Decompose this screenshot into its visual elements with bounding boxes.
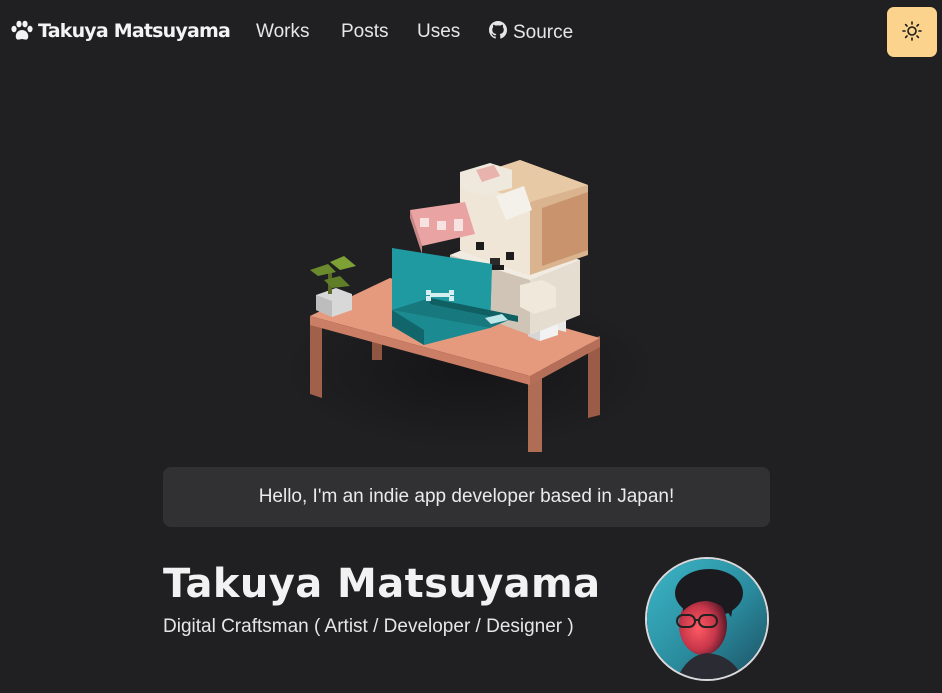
nav-uses-label: Uses (417, 21, 461, 42)
greeting-text: Hello, I'm an indie app developer based … (258, 486, 675, 507)
paw-icon (10, 20, 34, 42)
nav-uses[interactable]: Uses (417, 21, 460, 43)
profile-tagline: Digital Craftsman ( Artist / Developer /… (163, 616, 574, 637)
profile-name: Takuya Matsuyama (163, 561, 601, 607)
theme-toggle-button[interactable] (887, 7, 937, 57)
nav-posts-label: Posts (341, 21, 389, 42)
nav-source-label: Source (513, 22, 574, 43)
logo-text: Takuya Matsuyama (38, 20, 231, 42)
voxel-dog-illustration (280, 130, 660, 465)
nav-source[interactable]: Source (489, 21, 573, 45)
sun-icon (902, 20, 922, 44)
nav-works-label: Works (256, 21, 310, 42)
github-icon (489, 21, 507, 45)
avatar (645, 557, 769, 681)
top-nav: Takuya Matsuyama Works Posts Uses Source (0, 0, 942, 66)
logo-link[interactable]: Takuya Matsuyama (10, 20, 231, 42)
nav-works[interactable]: Works (256, 21, 309, 43)
greeting-banner: Hello, I'm an indie app developer based … (163, 467, 770, 527)
nav-posts[interactable]: Posts (341, 21, 389, 43)
